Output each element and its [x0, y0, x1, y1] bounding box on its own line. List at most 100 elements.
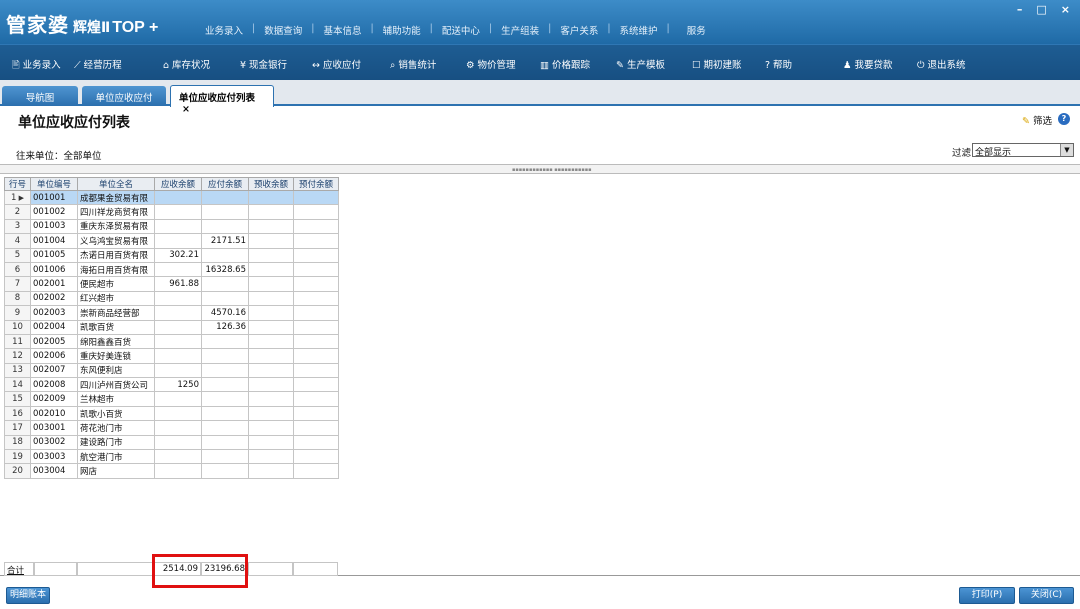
- table-cell[interactable]: [201, 247, 249, 263]
- toolbar-cash-bank[interactable]: ¥ 现金银行: [240, 57, 287, 71]
- minimize-icon[interactable]: –: [1017, 3, 1023, 16]
- table-cell[interactable]: 003004: [30, 463, 78, 479]
- table-cell[interactable]: 航空港门市: [77, 449, 155, 465]
- table-row[interactable]: 14 002008 四川泸州百货公司 1250: [4, 377, 339, 393]
- table-cell[interactable]: [201, 218, 249, 235]
- table-cell[interactable]: 红兴超市: [77, 290, 155, 307]
- table-cell[interactable]: [293, 405, 339, 422]
- table-cell[interactable]: 003002: [30, 434, 78, 451]
- table-cell[interactable]: 东风便利店: [77, 362, 155, 379]
- filter-button[interactable]: ✎ 筛选: [1022, 113, 1052, 127]
- table-cell[interactable]: 兰林超市: [77, 391, 155, 407]
- table-cell[interactable]: 2171.51: [201, 233, 249, 249]
- ledger-button[interactable]: 明细账本: [6, 587, 50, 604]
- table-cell[interactable]: 002009: [30, 391, 78, 407]
- table-cell[interactable]: [248, 377, 294, 393]
- table-cell[interactable]: [248, 362, 294, 379]
- tab-unit-receivable-payable-list[interactable]: 单位应收应付列表×: [170, 85, 274, 115]
- table-row[interactable]: 15 002009 兰林超市: [4, 391, 339, 407]
- table-cell[interactable]: 9: [4, 305, 31, 321]
- table-cell[interactable]: [248, 261, 294, 278]
- table-cell[interactable]: [201, 463, 249, 479]
- table-cell[interactable]: [154, 405, 202, 422]
- table-row[interactable]: 13 002007 东风便利店: [4, 362, 339, 379]
- table-cell[interactable]: [248, 247, 294, 263]
- table-cell[interactable]: 20: [4, 463, 31, 479]
- table-cell[interactable]: 5: [4, 247, 31, 263]
- table-row[interactable]: 10 002004 凯歌百货 126.36: [4, 319, 339, 335]
- table-row[interactable]: 4 001004 义乌鸿宝贸易有限 2171.51: [4, 233, 339, 249]
- table-cell[interactable]: [201, 420, 249, 436]
- toolbar-price-tracking[interactable]: ▥ 价格跟踪: [540, 57, 590, 71]
- print-button[interactable]: 打印(P): [959, 587, 1015, 604]
- table-cell[interactable]: [248, 391, 294, 407]
- table-cell[interactable]: [154, 391, 202, 407]
- table-cell[interactable]: 成都果金贸易有限: [77, 189, 155, 206]
- toolbar-receivable-payable[interactable]: ↔ 应收应付: [312, 57, 361, 71]
- table-cell[interactable]: [201, 276, 249, 292]
- table-cell[interactable]: 12: [4, 348, 31, 364]
- filter-select[interactable]: 全部显示 ▼: [972, 143, 1074, 158]
- table-cell[interactable]: 003003: [30, 449, 78, 465]
- table-cell[interactable]: 001002: [30, 204, 78, 220]
- table-cell[interactable]: 13: [4, 362, 31, 379]
- table-cell[interactable]: [154, 348, 202, 364]
- table-cell[interactable]: [154, 333, 202, 350]
- table-cell[interactable]: 19: [4, 449, 31, 465]
- tab-navigation-map[interactable]: 导航图: [2, 86, 78, 106]
- table-cell[interactable]: [154, 319, 202, 335]
- table-cell[interactable]: 002008: [30, 377, 78, 393]
- table-cell[interactable]: [293, 449, 339, 465]
- table-cell[interactable]: [293, 463, 339, 479]
- table-cell[interactable]: [293, 218, 339, 235]
- table-cell[interactable]: [293, 290, 339, 307]
- table-cell[interactable]: 重庆好美连锁: [77, 348, 155, 364]
- col-header-unit-name[interactable]: 单位全名: [77, 177, 155, 191]
- table-cell[interactable]: [248, 449, 294, 465]
- table-cell[interactable]: [154, 189, 202, 206]
- table-cell[interactable]: [154, 233, 202, 249]
- table-cell[interactable]: 崇新商品经营部: [77, 305, 155, 321]
- panel-splitter[interactable]: ▪▪▪▪▪▪▪▪▪▪▪▪ ▪▪▪▪▪▪▪▪▪▪▪: [0, 164, 1080, 174]
- table-row[interactable]: 5 001005 杰诺日用百货有限 302.21: [4, 247, 339, 263]
- toolbar-inventory[interactable]: ⌂ 库存状况: [163, 57, 210, 71]
- table-cell[interactable]: 凯歌百货: [77, 319, 155, 335]
- col-header-row-number[interactable]: 行号: [4, 177, 31, 191]
- table-row[interactable]: 3 001003 重庆东泽贸易有限: [4, 218, 339, 235]
- menu-item-crm[interactable]: 客户关系: [560, 23, 598, 37]
- table-cell[interactable]: 002004: [30, 319, 78, 335]
- maximize-icon[interactable]: □: [1036, 3, 1046, 16]
- table-cell[interactable]: 网店: [77, 463, 155, 479]
- table-row[interactable]: 8 002002 红兴超市: [4, 290, 339, 307]
- table-cell[interactable]: 建设路门市: [77, 434, 155, 451]
- table-cell[interactable]: 四川祥龙商贸有限: [77, 204, 155, 220]
- table-cell[interactable]: 16328.65: [201, 261, 249, 278]
- toolbar-exit[interactable]: ⏻ 退出系统: [917, 57, 966, 71]
- table-cell[interactable]: [293, 189, 339, 206]
- toolbar-opening-accounts[interactable]: ☐ 期初建账: [692, 57, 742, 71]
- table-cell[interactable]: [293, 362, 339, 379]
- help-circle-icon[interactable]: ?: [1058, 113, 1070, 125]
- table-cell[interactable]: 001001: [30, 189, 78, 206]
- table-row[interactable]: 1 ▶ 001001 成都果金贸易有限: [4, 189, 339, 206]
- table-cell[interactable]: [154, 420, 202, 436]
- table-cell[interactable]: [201, 377, 249, 393]
- table-cell[interactable]: [248, 290, 294, 307]
- table-cell[interactable]: 002001: [30, 276, 78, 292]
- col-header-advance-received[interactable]: 预收余额: [248, 177, 294, 191]
- table-row[interactable]: 2 001002 四川祥龙商贸有限: [4, 204, 339, 220]
- table-cell[interactable]: 海拓日用百货有限: [77, 261, 155, 278]
- table-cell[interactable]: [201, 362, 249, 379]
- table-cell[interactable]: [293, 247, 339, 263]
- table-cell[interactable]: [248, 420, 294, 436]
- table-cell[interactable]: [293, 319, 339, 335]
- table-cell[interactable]: 重庆东泽贸易有限: [77, 218, 155, 235]
- table-row[interactable]: 9 002003 崇新商品经营部 4570.16: [4, 305, 339, 321]
- close-tab-icon[interactable]: ×: [182, 104, 190, 115]
- table-cell[interactable]: 002002: [30, 290, 78, 307]
- table-cell[interactable]: [154, 362, 202, 379]
- close-button[interactable]: 关闭(C): [1019, 587, 1074, 604]
- toolbar-business-history[interactable]: ⟋ 经营历程: [74, 57, 122, 71]
- table-cell[interactable]: 001006: [30, 261, 78, 278]
- table-row[interactable]: 16 002010 凯歌小百货: [4, 405, 339, 422]
